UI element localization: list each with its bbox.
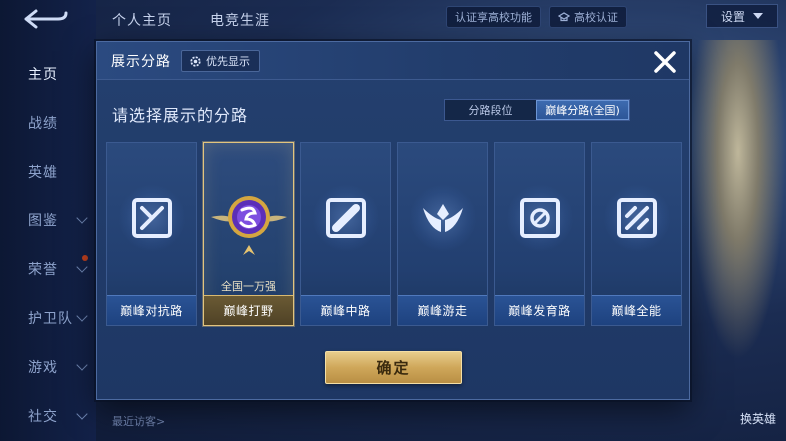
mid-lane-icon xyxy=(326,198,366,238)
toggle-option-lane-rank[interactable]: 分路段位 xyxy=(445,100,536,120)
chevron-down-icon xyxy=(753,13,764,19)
clash-lane-icon xyxy=(132,198,172,238)
lane-label: 巅峰对抗路 xyxy=(120,303,183,318)
lane-label: 巅峰发育路 xyxy=(508,303,571,318)
sidebar-item-label: 护卫队 xyxy=(28,311,73,327)
chevron-down-icon xyxy=(76,310,88,322)
close-icon xyxy=(654,51,676,73)
sidebar-item-label: 英雄 xyxy=(28,165,58,181)
recent-visitors-link[interactable]: 最近访客> xyxy=(112,413,165,429)
sidebar-item-home[interactable]: 主页 xyxy=(0,54,96,94)
roam-icon xyxy=(423,204,463,232)
sidebar-item-label: 荣誉 xyxy=(28,262,58,278)
lane-label: 巅峰全能 xyxy=(611,303,662,318)
sidebar-item-social[interactable]: 社交 xyxy=(0,396,96,436)
school-icon xyxy=(558,12,570,22)
sidebar-item-game[interactable]: 游戏 xyxy=(0,347,96,387)
tab-profile[interactable]: 个人主页 xyxy=(112,10,172,30)
sidebar-item-label: 主页 xyxy=(28,67,58,83)
lane-card-allround[interactable]: 巅峰全能 xyxy=(591,142,682,326)
sidebar-item-honor[interactable]: 荣誉 xyxy=(0,249,96,289)
toggle-option-peak-lane[interactable]: 巅峰分路(全国) xyxy=(536,100,629,120)
priority-display-label: 优先显示 xyxy=(206,55,250,68)
lane-card-roam[interactable]: 巅峰游走 xyxy=(397,142,488,326)
tab-esports[interactable]: 电竞生涯 xyxy=(210,10,270,30)
settings-button[interactable]: 设置 xyxy=(706,4,778,28)
sidebar-item-stats[interactable]: 战绩 xyxy=(0,103,96,143)
back-arrow-icon xyxy=(24,9,68,29)
verify-label: 认证享高校功能 xyxy=(455,11,532,24)
sidebar-item-heroes[interactable]: 英雄 xyxy=(0,152,96,192)
lane-label: 巅峰中路 xyxy=(320,303,371,318)
chevron-down-icon xyxy=(76,408,88,420)
close-button[interactable] xyxy=(653,50,677,74)
notification-dot xyxy=(82,255,88,261)
rank-text: 全国一万强 xyxy=(221,280,276,293)
lane-list: 巅峰对抗路 全国一万强 巅峰打野 巅峰中路 巅峰游走 巅峰发育路 巅峰全能 xyxy=(106,142,682,326)
sidebar-item-label: 战绩 xyxy=(28,116,58,132)
switch-hero-button[interactable]: 换英雄 xyxy=(740,410,776,427)
jungle-rank-badge xyxy=(211,196,287,255)
chevron-down-icon xyxy=(76,261,88,273)
farm-lane-icon xyxy=(520,198,560,238)
sidebar-item-label: 社交 xyxy=(28,409,58,425)
confirm-button[interactable]: 确定 xyxy=(325,351,462,384)
sidebar-item-codex[interactable]: 图鉴 xyxy=(0,200,96,240)
hero-portrait xyxy=(690,40,786,360)
settings-label: 设置 xyxy=(721,9,746,24)
sidebar-item-label: 游戏 xyxy=(28,360,58,376)
lane-card-mid[interactable]: 巅峰中路 xyxy=(300,142,391,326)
lane-card-clash[interactable]: 巅峰对抗路 xyxy=(106,142,197,326)
priority-display-button[interactable]: 优先显示 xyxy=(181,50,260,72)
lane-mode-toggle: 分路段位 巅峰分路(全国) xyxy=(444,99,630,121)
lane-card-jungle[interactable]: 全国一万强 巅峰打野 xyxy=(203,142,294,326)
lane-label: 巅峰游走 xyxy=(417,303,468,318)
lane-label: 巅峰打野 xyxy=(223,303,274,318)
chevron-down-icon xyxy=(76,212,88,224)
sidebar-item-label: 图鉴 xyxy=(28,213,58,229)
dialog-title: 展示分路 xyxy=(111,54,171,70)
campus-verify-label: 高校认证 xyxy=(574,11,618,24)
lane-card-farm[interactable]: 巅峰发育路 xyxy=(494,142,585,326)
sidebar-item-guard[interactable]: 护卫队 xyxy=(0,298,96,338)
back-button[interactable] xyxy=(20,4,72,34)
section-title: 请选择展示的分路 xyxy=(112,106,249,125)
chevron-down-icon xyxy=(76,359,88,371)
verify-button[interactable]: 认证享高校功能 xyxy=(446,6,541,28)
all-round-icon xyxy=(617,198,657,238)
lane-display-dialog: 展示分路 优先显示 请选择展示的分路 分路段位 巅峰分路(全国) 巅峰对抗路 全… xyxy=(96,41,690,400)
campus-verify-button[interactable]: 高校认证 xyxy=(549,6,627,28)
gear-icon xyxy=(190,55,201,67)
